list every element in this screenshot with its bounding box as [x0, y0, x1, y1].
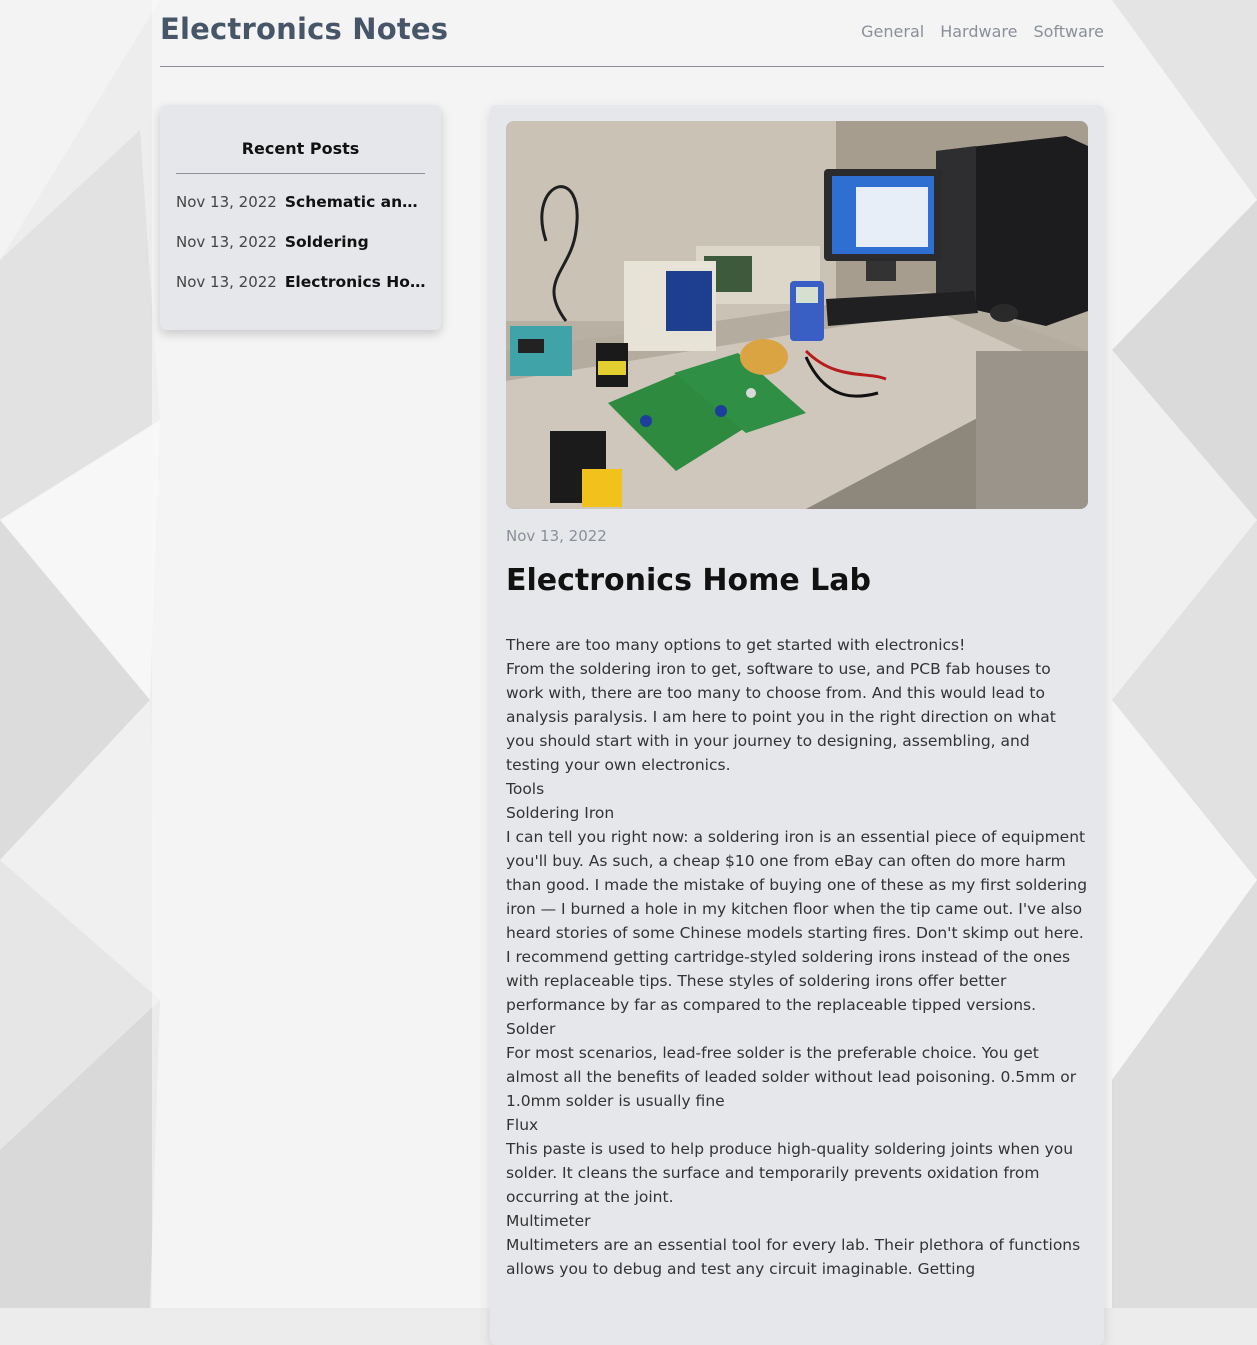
- article-card: Nov 13, 2022 Electronics Home Lab There …: [490, 105, 1104, 1345]
- recent-posts-card: Recent Posts Nov 13, 2022 Schematic and …: [160, 105, 441, 330]
- recent-post-item[interactable]: Nov 13, 2022 Soldering: [176, 233, 426, 273]
- post-date: Nov 13, 2022: [176, 273, 277, 291]
- recent-posts-heading: Recent Posts: [241, 139, 360, 158]
- section-heading: Tools: [506, 780, 545, 798]
- article-body: There are too many options to get starte…: [506, 633, 1088, 1281]
- paragraph: There are too many options to get starte…: [506, 636, 966, 654]
- article-hero-image: [506, 121, 1088, 509]
- recent-post-item[interactable]: Nov 13, 2022 Schematic and PCB Design: [176, 193, 426, 233]
- paragraph: Multimeters are an essential tool for ev…: [506, 1236, 1081, 1278]
- post-title-link[interactable]: Soldering: [285, 233, 426, 251]
- site-title[interactable]: Electronics Notes: [160, 12, 448, 46]
- main-nav: General Hardware Software: [861, 22, 1104, 41]
- paragraph: This paste is used to help produce high-…: [506, 1140, 1074, 1206]
- post-title-link[interactable]: Schematic and PCB Design: [285, 193, 426, 211]
- divider: [176, 173, 425, 174]
- paragraph: I can tell you right now: a soldering ir…: [506, 828, 1088, 1014]
- article-date: Nov 13, 2022: [506, 527, 607, 545]
- article-title: Electronics Home Lab: [506, 563, 871, 598]
- paragraph: For most scenarios, lead-free solder is …: [506, 1044, 1077, 1110]
- section-heading: Multimeter: [506, 1212, 591, 1230]
- nav-software[interactable]: Software: [1033, 22, 1104, 41]
- recent-post-item[interactable]: Nov 13, 2022 Electronics Home Lab: [176, 273, 426, 313]
- nav-hardware[interactable]: Hardware: [940, 22, 1017, 41]
- paragraph: From the soldering iron to get, software…: [506, 660, 1056, 774]
- post-date: Nov 13, 2022: [176, 233, 277, 251]
- site-header: Electronics Notes General Hardware Softw…: [160, 0, 1104, 67]
- post-title-link[interactable]: Electronics Home Lab: [285, 273, 426, 291]
- nav-general[interactable]: General: [861, 22, 924, 41]
- section-heading: Flux: [506, 1116, 539, 1134]
- post-date: Nov 13, 2022: [176, 193, 277, 211]
- recent-posts-list: Nov 13, 2022 Schematic and PCB Design No…: [176, 193, 426, 313]
- section-heading: Solder: [506, 1020, 556, 1038]
- section-heading: Soldering Iron: [506, 804, 615, 822]
